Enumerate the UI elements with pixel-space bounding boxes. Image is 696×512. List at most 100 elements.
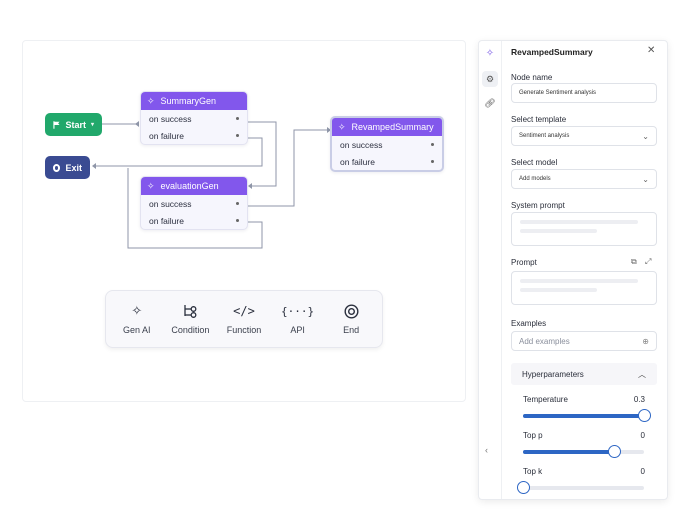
port-handle[interactable] [236,134,239,137]
model-label: Select model [511,158,558,167]
model-value: Add models [519,176,551,182]
success-port-row[interactable]: on success [141,195,247,212]
sparkle-icon: ✧ [147,180,155,191]
slider-fill [523,414,644,418]
sparkle-icon: ✧ [131,303,143,318]
node-name-value: Generate Sentiment analysis [519,90,597,96]
success-port-row[interactable]: on success [332,136,442,153]
chevron-up-icon: ︿ [638,369,646,379]
flag-icon [53,120,60,129]
node-title: RevampedSummary [351,122,434,132]
success-port-row[interactable]: on success [141,110,247,127]
sparkle-icon: ✧ [338,121,346,132]
link-icon[interactable]: 🔗︎ [482,95,498,111]
panel-title: RevampedSummary [511,47,593,57]
temperature-slider[interactable] [523,409,651,422]
chevron-down-icon: ⌄ [642,131,649,141]
stop-circle-icon [344,303,359,319]
code-icon: </> [233,304,255,318]
chevron-down-icon: ⌄ [642,174,649,184]
slider-thumb[interactable] [638,409,651,422]
port-label: on success [340,139,383,150]
port-handle[interactable] [236,117,239,120]
node-summarygen[interactable]: ✧ SummaryGen on success on failure [140,91,248,145]
system-prompt-textarea[interactable] [511,212,657,246]
examples-input[interactable]: Add examples ⊕ [511,331,657,351]
top-p-slider[interactable] [523,445,644,458]
collapse-chevron-left-icon[interactable]: ‹ [485,445,488,455]
tool-label: Condition [171,325,210,335]
temperature-label: Temperature [523,395,568,404]
port-label: on failure [340,156,375,167]
node-config-panel: ✧ ⚙ 🔗︎ RevampedSummary ✕ Node name Gener… [478,40,668,500]
model-select[interactable]: Add models ⌄ [511,169,657,189]
tool-function[interactable]: </> Function [217,303,271,335]
expand-icon[interactable]: ⤢ [645,257,651,267]
port-label: on failure [149,130,184,141]
node-name-label: Node name [511,73,553,82]
template-value: Sentiment analysis [519,133,570,139]
slider-thumb[interactable] [517,481,530,494]
failure-port-row[interactable]: on failure [332,153,442,170]
template-label: Select template [511,115,567,124]
template-select[interactable]: Sentiment analysis ⌄ [511,126,657,146]
tool-api[interactable]: {···} API [271,303,325,336]
port-handle[interactable] [431,143,434,146]
port-handle[interactable] [431,160,434,163]
port-label: on success [149,113,192,124]
tool-label: End [343,325,360,335]
node-name-field[interactable]: Generate Sentiment analysis [511,83,657,103]
tool-label: Gen AI [123,325,151,335]
placeholder-line [520,288,597,292]
system-prompt-label: System prompt [511,201,565,210]
chevron-down-icon: ▾ [90,122,94,128]
placeholder-line [520,279,638,283]
tool-label: API [290,325,305,335]
rail-divider [501,41,502,499]
temperature-value: 0.3 [633,395,645,404]
port-label: on failure [149,215,184,226]
top-p-label: Top p [523,431,543,440]
sparkle-icon: ✧ [147,95,155,106]
top-k-slider[interactable] [517,481,644,494]
examples-placeholder: Add examples [519,336,570,346]
close-icon[interactable]: ✕ [647,45,655,56]
failure-port-row[interactable]: on failure [141,212,247,229]
port-handle[interactable] [236,202,239,205]
add-circle-icon[interactable]: ⊕ [642,337,649,346]
failure-port-row[interactable]: on failure [141,127,247,144]
node-header: ✧ RevampedSummary [332,118,442,136]
top-k-value: 0 [640,467,645,476]
tool-condition[interactable]: Condition [164,303,218,335]
tool-gen-ai[interactable]: ✧ Gen AI [110,303,164,335]
node-evaluationgen[interactable]: ✧ evaluationGen on success on failure [140,176,248,230]
branch-icon [182,303,198,319]
node-palette-toolbar: ✧ Gen AI Condition </> Function {···} AP… [105,290,383,348]
top-p-value: 0 [640,431,645,440]
port-handle[interactable] [236,219,239,222]
placeholder-line [520,229,597,233]
prompt-textarea[interactable] [511,271,657,305]
api-braces-icon: {···} [281,304,315,318]
start-node[interactable]: Start ▾ [45,113,102,136]
hyperparameters-section-header[interactable]: Hyperparameters ︿ [511,363,657,385]
examples-label: Examples [511,319,547,328]
node-revampedsummary[interactable]: ✧ RevampedSummary on success on failure [330,116,444,172]
placeholder-line [520,220,638,224]
sparkle-icon[interactable]: ✧ [482,45,498,61]
tool-label: Function [226,325,262,335]
hyperparameters-label: Hyperparameters [522,369,584,379]
node-title: evaluationGen [160,181,219,191]
exit-label: Exit [65,162,82,173]
tool-end[interactable]: End [324,303,378,335]
node-header: ✧ SummaryGen [141,92,247,110]
copy-icon[interactable]: ⧉ [631,257,637,267]
gear-icon[interactable]: ⚙ [482,71,498,87]
node-header: ✧ evaluationGen [141,177,247,195]
port-label: on success [149,198,192,209]
slider-thumb[interactable] [607,445,621,458]
slider-fill [523,450,614,454]
exit-node[interactable]: Exit [45,156,90,179]
exit-circle-icon [53,163,61,172]
node-title: SummaryGen [160,96,217,106]
